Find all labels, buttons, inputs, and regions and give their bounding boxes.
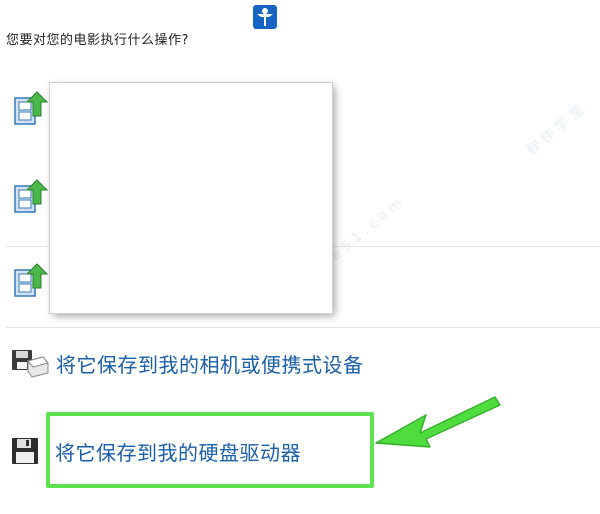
- dialog-question: 您要对您的电影执行什么操作?: [6, 33, 189, 48]
- watermark-logo-icon: [253, 5, 277, 29]
- film-upload-icon: [14, 91, 49, 125]
- watermark-text: 软 件 学 堂: [523, 102, 588, 160]
- save-to-camera-link[interactable]: 将它保存到我的相机或便携式设备: [56, 349, 364, 378]
- film-upload-icon: [14, 263, 49, 297]
- film-upload-icon: [14, 179, 49, 213]
- popup-panel: [50, 83, 332, 313]
- save-to-camera-option[interactable]: 将它保存到我的相机或便携式设备: [10, 347, 364, 379]
- film-upload-option[interactable]: [13, 260, 49, 304]
- floppy-disk-icon: [12, 438, 38, 464]
- highlight-box: [46, 412, 374, 488]
- divider: [6, 327, 600, 328]
- film-upload-option[interactable]: [13, 176, 49, 220]
- film-upload-option[interactable]: [13, 88, 49, 132]
- camera-device-save-icon: [12, 350, 49, 378]
- green-arrow-icon: [375, 396, 501, 448]
